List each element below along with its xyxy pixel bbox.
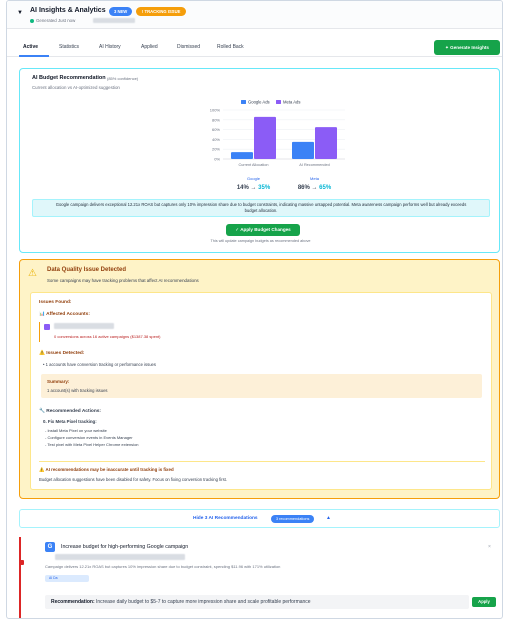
legend-label: Google Ads <box>248 100 270 105</box>
ai-data-badge: AI Da <box>45 575 89 582</box>
warning-icon: ⚠ <box>28 268 37 279</box>
tab-applied[interactable]: Applied <box>141 44 158 50</box>
apply-button[interactable]: Apply <box>472 597 496 607</box>
bar-google-ads <box>292 141 314 159</box>
fix-title: 0. Fix Meta Pixel tracking: <box>43 419 97 424</box>
data-quality-card: ⚠ Data Quality Issue Detected Some campa… <box>19 259 500 499</box>
panel-header[interactable]: ▼ AI Insights & Analytics 3 NEW ! TRACKI… <box>7 1 502 29</box>
summary-from: 14% <box>237 185 251 191</box>
data-quality-subtitle: Some campaigns may have tracking problem… <box>47 278 199 283</box>
issues-detected-heading: ⚠️ Issues Detected: <box>39 351 85 356</box>
generate-insights-button[interactable]: ✦ Generate Insights <box>434 40 500 55</box>
active-tab-indicator <box>19 55 49 57</box>
bar-meta-ads <box>254 116 276 159</box>
divider <box>39 461 485 462</box>
tab-dismissed[interactable]: Dismissed <box>177 44 200 50</box>
issue-item: • 1 accounts have conversion tracking or… <box>43 362 156 367</box>
affected-accounts-heading: 📊 Affected Accounts: <box>39 312 90 317</box>
budget-title: AI Budget Recommendation <box>32 75 106 81</box>
bar-google-ads <box>231 152 253 159</box>
google-logo-icon: G <box>45 542 55 552</box>
redacted-text <box>93 18 135 23</box>
fix-step: - Test pixel with Meta Pixel Helper Chro… <box>45 442 139 447</box>
budget-chart: 0% 20% 40% 60% 80% 100% Current Allocation AI R… <box>210 100 345 191</box>
summary-change: 14% → 35% <box>237 185 271 191</box>
y-tick-label: 40% <box>212 137 220 142</box>
legend-swatch <box>241 100 246 104</box>
summary-to: 65% <box>319 185 332 191</box>
summary-label: Summary: <box>47 379 70 384</box>
tab-rolled-back[interactable]: Rolled Back <box>217 44 244 50</box>
hide-recommendations-toggle[interactable]: Hide 3 AI Recommendations 3 recommendati… <box>19 509 500 528</box>
x-tick-label: AI Recommended <box>299 163 329 167</box>
summary-box: Summary: 1 account(s) with tracking issu… <box>41 374 482 398</box>
summary-value: 1 account(s) with tracking issues <box>47 388 108 393</box>
page: ▼ AI Insights & Analytics 3 NEW ! TRACKI… <box>0 0 509 619</box>
tab-active[interactable]: Active <box>23 44 38 50</box>
recommendation-description: Campaign delivers 12.21x ROAS but captur… <box>45 564 281 569</box>
chevron-up-icon: ▲ <box>326 515 331 521</box>
y-tick-label: 0% <box>214 157 220 162</box>
bar-meta-ads <box>315 127 337 159</box>
data-quality-title: Data Quality Issue Detected <box>47 267 127 273</box>
legend-label: Meta Ads <box>283 100 300 105</box>
issues-found-heading: Issues Found: <box>39 300 72 305</box>
y-tick-label: 60% <box>212 127 220 132</box>
tab-ai-history[interactable]: AI History <box>99 44 121 50</box>
accuracy-warning: ⚠️ AI recommendations may be inaccurate … <box>39 467 174 472</box>
y-tick-label: 80% <box>212 117 220 122</box>
hide-recommendations-label: Hide 3 AI Recommendations <box>193 516 258 521</box>
tab-statistics[interactable]: Statistics <box>59 44 79 50</box>
fix-step: - Configure conversion events in Events … <box>45 435 133 440</box>
status-dot-icon <box>30 18 34 23</box>
budget-recommendation-card: AI Budget Recommendation (85% confidence… <box>19 68 500 253</box>
confidence-label: (85% confidence) <box>107 76 139 81</box>
summary-label: Google <box>247 176 261 181</box>
budget-info-text: Google campaign delivers exceptional 12.… <box>32 199 490 217</box>
apply-budget-changes-button[interactable]: ✓ Apply Budget Changes <box>226 224 300 236</box>
legend-swatch <box>276 100 281 104</box>
close-icon[interactable]: × <box>488 544 491 550</box>
recommendation-item: G Increase budget for high-performing Go… <box>19 537 500 618</box>
summary-change: 86% → 65% <box>298 185 332 191</box>
accuracy-warning-detail: Budget allocation suggestions have been … <box>39 477 228 482</box>
tracking-issue-badge: ! TRACKING ISSUE <box>136 7 187 16</box>
summary-arrow: → <box>312 185 320 191</box>
tab-bar: Active Statistics AI History Applied Dis… <box>7 39 502 57</box>
recommended-actions-heading: 🔧 Recommended Actions: <box>39 409 102 414</box>
panel-title: AI Insights & Analytics <box>30 7 106 14</box>
summary-arrow: → <box>251 185 259 191</box>
summary-from: 86% <box>298 185 312 191</box>
apply-note: This will update campaign budgets as rec… <box>210 239 311 243</box>
recommendations-count-badge: 3 recommendations <box>271 515 315 523</box>
priority-marker-icon <box>19 560 24 565</box>
x-tick-label: Current Allocation <box>239 163 269 167</box>
y-tick-label: 100% <box>210 108 221 113</box>
issues-panel: Issues Found: 📊 Affected Accounts: 0 con… <box>30 292 492 490</box>
account-detail: 0 conversions across 16 active campaigns… <box>54 334 161 339</box>
redacted-account-name <box>54 323 114 329</box>
collapse-caret-icon[interactable]: ▼ <box>17 10 23 16</box>
new-badge: 3 NEW <box>109 7 133 16</box>
y-tick-label: 20% <box>212 147 220 152</box>
summary-to: 35% <box>258 185 271 191</box>
affected-account-row: 0 conversions across 16 active campaigns… <box>39 322 479 342</box>
ai-insights-panel: ▼ AI Insights & Analytics 3 NEW ! TRACKI… <box>6 0 503 619</box>
recommendation-title: Increase budget for high-performing Goog… <box>61 544 189 550</box>
summary-label: Meta <box>310 176 320 181</box>
fix-step: - Install Meta Pixel on your website <box>45 428 107 433</box>
redacted-text <box>55 554 185 560</box>
recommendation-text: Recommendation: Increase daily budget to… <box>45 595 469 609</box>
meta-account-icon <box>44 324 50 330</box>
generated-status: Generated Just now <box>30 18 75 23</box>
budget-subtitle: Current allocation vs AI-optimized sugge… <box>32 85 120 90</box>
